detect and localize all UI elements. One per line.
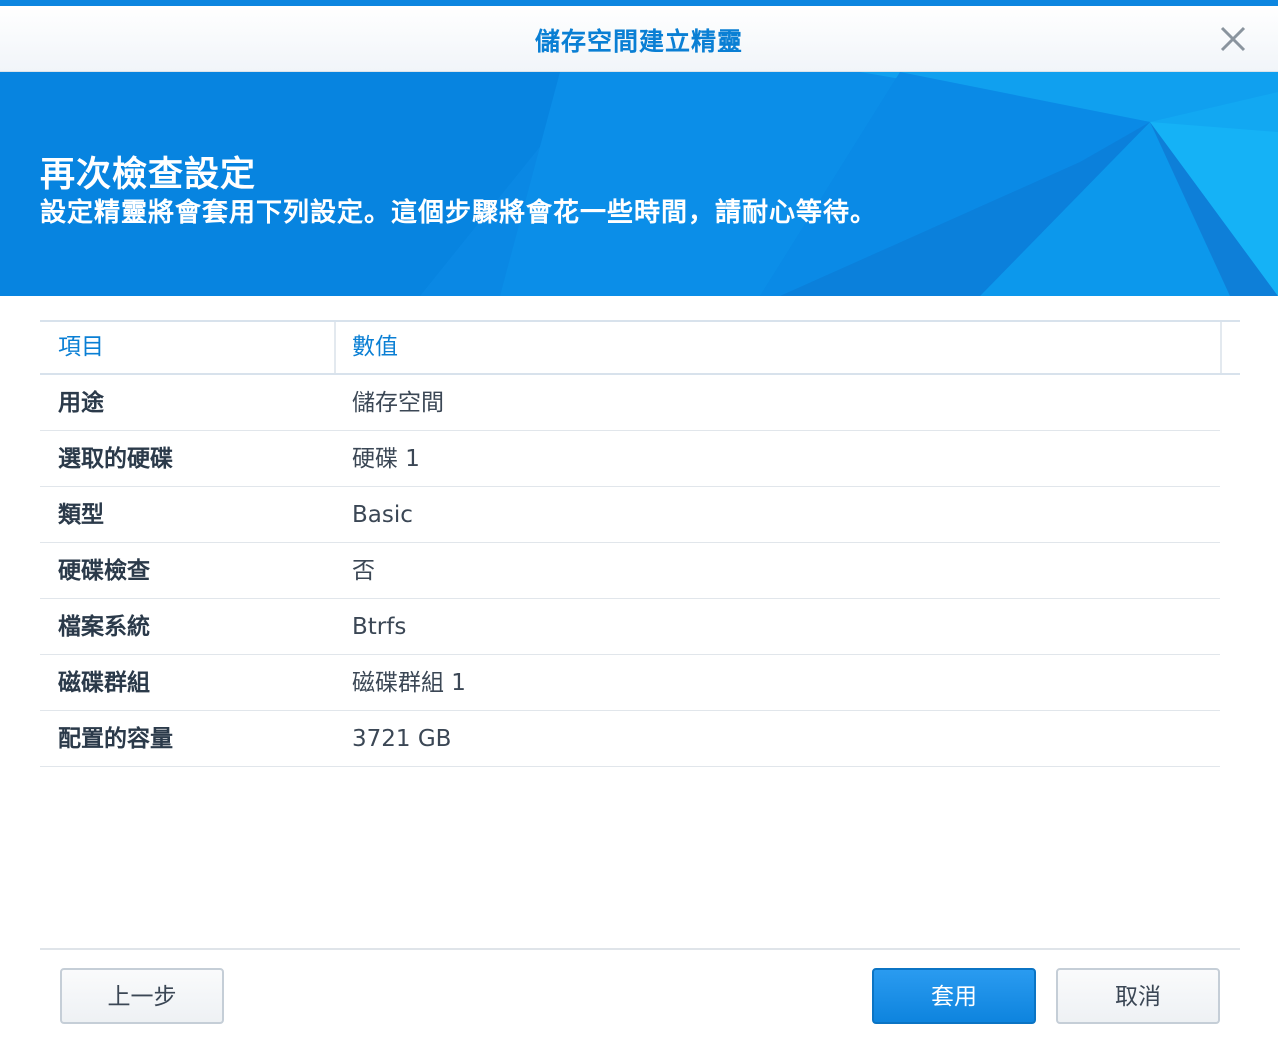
table-row: 類型 Basic (40, 487, 1220, 543)
row-value: Btrfs (352, 614, 407, 640)
close-icon (1220, 26, 1246, 52)
table-row: 選取的硬碟 硬碟 1 (40, 431, 1220, 487)
window-title: 儲存空間建立精靈 (534, 27, 743, 56)
row-value: 磁碟群組 1 (352, 670, 466, 696)
column-divider[interactable] (1220, 322, 1222, 373)
row-name: 檔案系統 (58, 614, 150, 640)
column-header-item[interactable]: 項目 (58, 322, 104, 373)
row-name: 選取的硬碟 (58, 446, 173, 472)
column-divider[interactable] (334, 322, 336, 373)
table-header: 項目 數值 (40, 320, 1240, 375)
row-name: 配置的容量 (58, 726, 173, 752)
table-row: 磁碟群組 磁碟群組 1 (40, 655, 1220, 711)
row-value: 否 (352, 558, 375, 584)
table-row: 用途 儲存空間 (40, 375, 1220, 431)
back-button[interactable]: 上一步 (60, 968, 224, 1024)
apply-button[interactable]: 套用 (872, 968, 1036, 1024)
row-name: 磁碟群組 (58, 670, 150, 696)
window-titlebar: 儲存空間建立精靈 (0, 6, 1278, 72)
close-button[interactable] (1218, 24, 1248, 54)
footer-divider (40, 948, 1240, 950)
banner-title: 再次檢查設定 (40, 155, 257, 195)
table-row: 硬碟檢查 否 (40, 543, 1220, 599)
row-name: 類型 (58, 502, 104, 528)
row-value: 硬碟 1 (352, 446, 420, 472)
settings-summary-table: 項目 數值 用途 儲存空間 選取的硬碟 硬碟 1 類型 Basic 硬碟檢查 否… (40, 320, 1240, 767)
table-row: 檔案系統 Btrfs (40, 599, 1220, 655)
row-value: 儲存空間 (352, 390, 444, 416)
cancel-button[interactable]: 取消 (1056, 968, 1220, 1024)
banner-subtitle: 設定精靈將會套用下列設定。這個步驟將會花一些時間，請耐心等待。 (40, 198, 878, 228)
table-row: 配置的容量 3721 GB (40, 711, 1220, 767)
wizard-banner: 再次檢查設定 設定精靈將會套用下列設定。這個步驟將會花一些時間，請耐心等待。 (0, 72, 1278, 296)
row-value: Basic (352, 502, 413, 528)
row-value: 3721 GB (352, 726, 452, 752)
row-name: 用途 (58, 390, 104, 416)
storage-wizard-window: 儲存空間建立精靈 再次檢查設定 設定精靈將會套用下列設定。這個步驟將會花一些時間… (0, 0, 1278, 1038)
column-header-value[interactable]: 數值 (352, 322, 398, 373)
row-name: 硬碟檢查 (58, 558, 150, 584)
